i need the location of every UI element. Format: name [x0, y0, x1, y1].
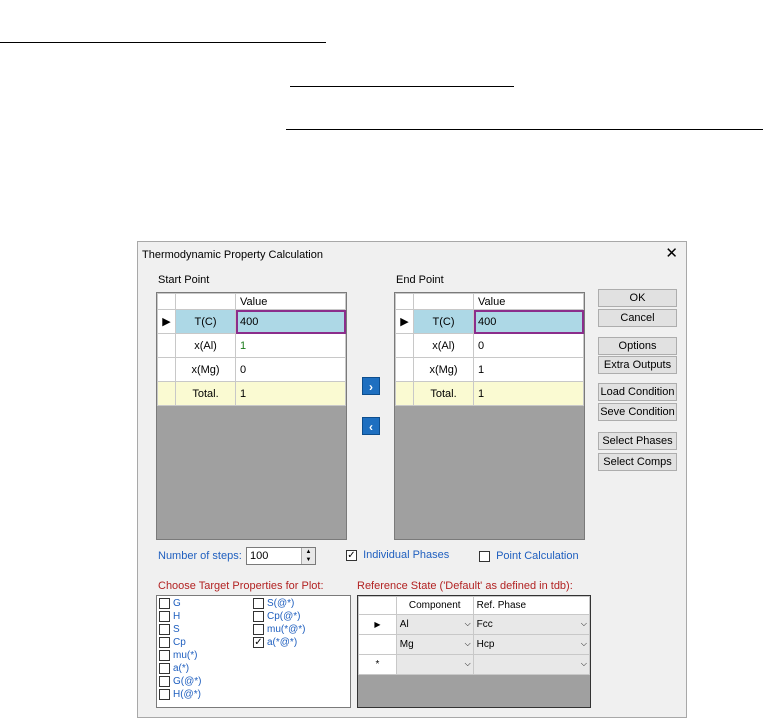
thermo-dialog: Thermodynamic Property Calculation ✕ Sta… — [137, 241, 687, 718]
individual-phases-checkbox[interactable]: ✓ — [346, 549, 357, 561]
reference-state-grid[interactable]: Component Ref. Phase ▶ Al ⌵ Fcc ⌵ Mg ⌵ Hcp ⌵… — [357, 595, 591, 708]
select-comps-button[interactable]: Select Comps — [598, 453, 677, 471]
start-total-value: 1 — [235, 381, 346, 406]
ok-button[interactable]: OK — [598, 289, 677, 307]
prop-g[interactable]: G — [159, 598, 181, 609]
prop-a[interactable]: a(*) — [159, 663, 189, 674]
chevron-down-icon: ⌵ — [464, 659, 471, 668]
save-condition-button[interactable]: Seve Condition — [598, 403, 677, 421]
spin-up-icon[interactable]: ▲ — [301, 548, 315, 556]
table-row: Total. 1 — [395, 381, 584, 406]
prop-checkbox[interactable] — [159, 676, 170, 687]
component-dropdown[interactable]: ⌵ — [395, 654, 474, 675]
end-point-label: End Point — [396, 274, 444, 286]
component-header: Component — [395, 596, 474, 615]
grid-corner — [157, 293, 176, 310]
individual-phases-option[interactable]: ✓ Individual Phases — [346, 549, 449, 561]
ref-phase-header: Ref. Phase — [472, 596, 590, 615]
value-header: Value — [235, 293, 346, 310]
table-row[interactable]: x(Al) 0 — [395, 333, 584, 358]
table-row[interactable]: ▶ Al ⌵ Fcc ⌵ — [358, 614, 590, 635]
new-row-icon: * — [358, 654, 397, 675]
chevron-down-icon: ⌵ — [580, 639, 587, 648]
end-t-value[interactable]: 400 — [473, 309, 584, 334]
prop-mu[interactable]: mu(*) — [159, 650, 197, 661]
prop-a-at[interactable]: ✓ a(*@*) — [253, 637, 297, 648]
dialog-title: Thermodynamic Property Calculation — [142, 249, 323, 261]
prop-checkbox-checked[interactable]: ✓ — [253, 637, 264, 648]
component-dropdown[interactable]: Al ⌵ — [395, 614, 474, 635]
options-button[interactable]: Options — [598, 337, 677, 355]
copy-right-button[interactable]: › — [362, 377, 380, 395]
underline-3 — [286, 129, 763, 130]
phase-dropdown[interactable]: ⌵ — [472, 654, 590, 675]
end-xal-value[interactable]: 0 — [473, 333, 584, 358]
prop-checkbox[interactable] — [159, 663, 170, 674]
underline-2 — [290, 86, 514, 87]
value-header: Value — [473, 293, 584, 310]
prop-checkbox[interactable] — [253, 624, 264, 635]
prop-checkbox[interactable] — [159, 598, 170, 609]
prop-g-at[interactable]: G(@*) — [159, 676, 201, 687]
prop-mu-at[interactable]: mu(*@*) — [253, 624, 306, 635]
phase-dropdown[interactable]: Hcp ⌵ — [472, 634, 590, 655]
load-condition-button[interactable]: Load Condition — [598, 383, 677, 401]
point-calc-label: Point Calculation — [496, 550, 579, 562]
row-pointer-icon: ▶ — [358, 614, 397, 635]
prop-checkbox[interactable] — [159, 624, 170, 635]
steps-value[interactable]: 100 — [250, 550, 268, 562]
select-phases-button[interactable]: Select Phases — [598, 432, 677, 450]
row-pointer-icon: ▶ — [395, 309, 414, 334]
table-row: Total. 1 — [157, 381, 346, 406]
prop-cp[interactable]: Cp — [159, 637, 186, 648]
start-xal-value[interactable]: 1 — [235, 333, 346, 358]
props-title: Choose Target Properties for Plot: — [158, 580, 324, 592]
table-row[interactable]: x(Al) 1 — [157, 333, 346, 358]
start-point-label: Start Point — [158, 274, 210, 286]
point-calc-option[interactable]: Point Calculation — [479, 550, 579, 562]
chevron-down-icon: ⌵ — [464, 639, 471, 648]
ref-title: Reference State ('Default' as defined in… — [357, 580, 573, 592]
properties-checklist[interactable]: G H S Cp mu(*) a(*) G(@*) H(@*) S(@*) Cp… — [156, 595, 351, 708]
end-total-value: 1 — [473, 381, 584, 406]
steps-spinner[interactable]: 100 ▲ ▼ — [246, 547, 316, 565]
prop-s-at[interactable]: S(@*) — [253, 598, 294, 609]
chevron-down-icon: ⌵ — [580, 619, 587, 628]
table-row[interactable]: ▶ T(C) 400 — [157, 309, 346, 334]
end-xmg-value[interactable]: 1 — [473, 357, 584, 382]
prop-h-at[interactable]: H(@*) — [159, 689, 201, 700]
prop-checkbox[interactable] — [159, 689, 170, 700]
prop-checkbox[interactable] — [159, 611, 170, 622]
chevron-down-icon: ⌵ — [580, 659, 587, 668]
table-row[interactable]: ▶ T(C) 400 — [395, 309, 584, 334]
cancel-button[interactable]: Cancel — [598, 309, 677, 327]
prop-checkbox[interactable] — [253, 598, 264, 609]
end-grid[interactable]: Value ▶ T(C) 400 x(Al) 0 x(Mg) 1 Total. 1 — [394, 292, 585, 540]
prop-s[interactable]: S — [159, 624, 180, 635]
steps-label: Number of steps: — [158, 550, 242, 562]
start-grid[interactable]: Value ▶ T(C) 400 x(Al) 1 x(Mg) 0 Total. 1 — [156, 292, 347, 540]
spin-down-icon[interactable]: ▼ — [301, 556, 315, 564]
extra-outputs-button[interactable]: Extra Outputs — [598, 356, 677, 374]
close-icon[interactable]: ✕ — [665, 246, 678, 261]
phase-dropdown[interactable]: Fcc ⌵ — [472, 614, 590, 635]
component-dropdown[interactable]: Mg ⌵ — [395, 634, 474, 655]
prop-cp-at[interactable]: Cp(@*) — [253, 611, 301, 622]
start-xmg-value[interactable]: 0 — [235, 357, 346, 382]
table-row[interactable]: x(Mg) 1 — [395, 357, 584, 382]
copy-left-button[interactable]: ‹ — [362, 417, 380, 435]
underline-1 — [0, 42, 326, 43]
table-row[interactable]: Mg ⌵ Hcp ⌵ — [358, 634, 590, 655]
point-calc-checkbox[interactable] — [479, 550, 490, 562]
prop-h[interactable]: H — [159, 611, 180, 622]
row-pointer-icon: ▶ — [157, 309, 176, 334]
start-t-value[interactable]: 400 — [235, 309, 346, 334]
table-row[interactable]: x(Mg) 0 — [157, 357, 346, 382]
prop-checkbox[interactable] — [159, 650, 170, 661]
chevron-down-icon: ⌵ — [464, 619, 471, 628]
prop-checkbox[interactable] — [253, 611, 264, 622]
individual-phases-label: Individual Phases — [363, 549, 450, 561]
table-row[interactable]: * ⌵ ⌵ — [358, 654, 590, 675]
prop-checkbox[interactable] — [159, 637, 170, 648]
